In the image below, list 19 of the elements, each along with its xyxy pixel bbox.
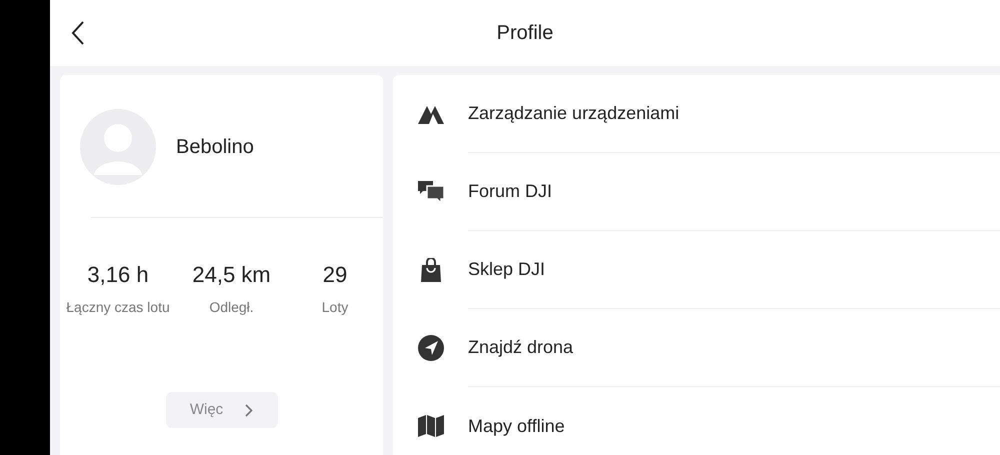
chevron-right-icon bbox=[245, 404, 254, 416]
page-title: Profile bbox=[496, 21, 554, 46]
menu-item[interactable]: Znajdź drona bbox=[393, 309, 1000, 387]
stat-label: Łączny czas lotu bbox=[66, 298, 170, 317]
menu-item[interactable]: Mapy offline bbox=[393, 387, 1000, 455]
stat-value: 24,5 km bbox=[192, 261, 271, 289]
username: Bebolino bbox=[176, 135, 254, 160]
stat-label: Loty bbox=[322, 298, 348, 317]
menu-item[interactable]: Sklep DJI bbox=[393, 231, 1000, 309]
folded-map-icon bbox=[418, 415, 444, 437]
stat-label: Odległ. bbox=[209, 298, 254, 317]
back-chevron-icon bbox=[71, 21, 85, 45]
mountain-peaks-icon bbox=[418, 104, 444, 124]
menu-item[interactable]: Forum DJI bbox=[393, 153, 1000, 231]
chat-bubbles-icon bbox=[418, 181, 444, 203]
shopping-bag-icon bbox=[420, 258, 442, 282]
stat-value: 29 bbox=[322, 261, 348, 289]
menu-item[interactable]: Zarządzanie urządzeniami bbox=[393, 75, 1000, 153]
stat-value: 3,16 h bbox=[87, 261, 149, 289]
